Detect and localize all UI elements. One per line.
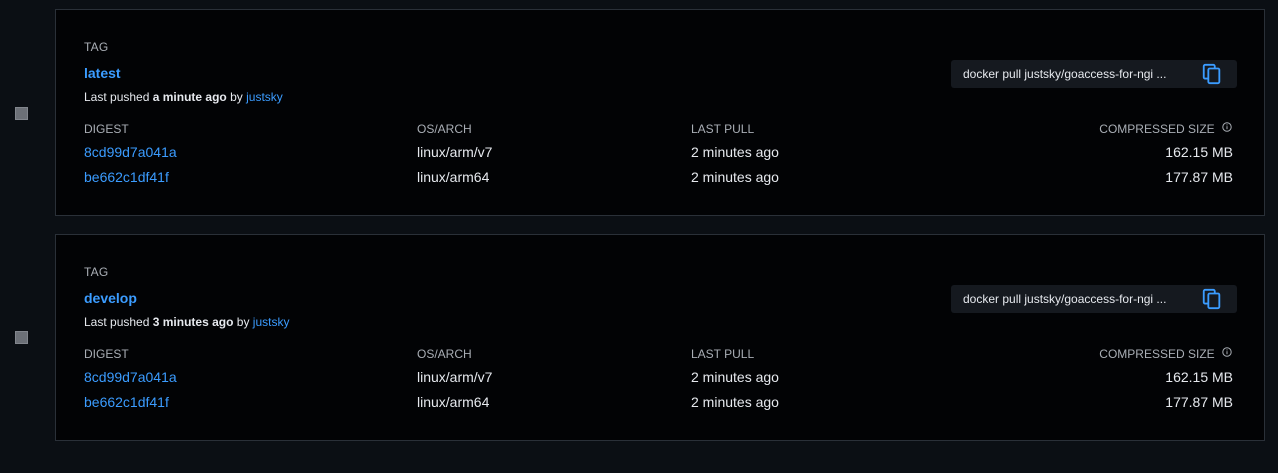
os-arch: linux/arm/v7 [417,369,493,385]
digest-link[interactable]: 8cd99d7a041a [84,369,177,385]
last-pull: 2 minutes ago [691,169,779,185]
os-arch: linux/arm/v7 [417,144,493,160]
os-arch: linux/arm64 [417,394,490,410]
pushed-by: by [236,315,250,329]
pushed-by: by [230,90,243,104]
compressed-size: 177.87 MB [1165,169,1233,185]
select-tag-latest-checkbox[interactable] [15,107,28,120]
last-pushed-info: Last pushed 3 minutes ago by justsky [84,315,289,329]
info-icon[interactable] [1222,122,1232,132]
column-last-pull-header: LAST PULL [691,122,755,136]
pushed-time: a minute ago [152,90,227,104]
tag-card-develop: TAG develop Last pushed 3 minutes ago by… [55,234,1265,441]
pushed-user-link[interactable]: justsky [253,315,290,329]
select-tag-develop-checkbox[interactable] [15,331,28,344]
compressed-size: 162.15 MB [1165,144,1233,160]
last-pushed-info: Last pushed a minute ago by justsky [84,90,283,104]
digest-link[interactable]: be662c1df41f [84,169,169,185]
compressed-size: 162.15 MB [1165,369,1233,385]
compressed-size: 177.87 MB [1165,394,1233,410]
os-arch: linux/arm64 [417,169,490,185]
digest-link[interactable]: 8cd99d7a041a [84,144,177,160]
tag-label: TAG [84,40,109,54]
pull-command-box: docker pull justsky/goaccess-for-ngi ... [951,60,1237,88]
pull-command-text: docker pull justsky/goaccess-for-ngi ... [963,67,1167,81]
pull-command-text: docker pull justsky/goaccess-for-ngi ... [963,292,1167,306]
compressed-size-label: COMPRESSED SIZE [1099,122,1215,136]
column-digest-header: DIGEST [84,122,129,136]
pushed-user-link[interactable]: justsky [246,90,283,104]
column-compressed-size-header: COMPRESSED SIZE [1099,122,1232,136]
tag-name-link[interactable]: develop [84,290,137,306]
last-pull: 2 minutes ago [691,394,779,410]
tag-card-latest: TAG latest Last pushed a minute ago by j… [55,9,1265,216]
last-pull: 2 minutes ago [691,144,779,160]
digest-link[interactable]: be662c1df41f [84,394,169,410]
last-pull: 2 minutes ago [691,369,779,385]
tag-label: TAG [84,265,109,279]
pushed-prefix: Last pushed [84,90,150,104]
pull-command-box: docker pull justsky/goaccess-for-ngi ... [951,285,1237,313]
compressed-size-label: COMPRESSED SIZE [1099,347,1215,361]
copy-icon[interactable] [1201,288,1223,310]
column-os-arch-header: OS/ARCH [417,347,472,361]
copy-icon[interactable] [1201,63,1223,85]
column-os-arch-header: OS/ARCH [417,122,472,136]
pushed-prefix: Last pushed [84,315,150,329]
column-digest-header: DIGEST [84,347,129,361]
tag-name-link[interactable]: latest [84,65,121,81]
pushed-time: 3 minutes ago [152,315,234,329]
info-icon[interactable] [1222,347,1232,357]
column-compressed-size-header: COMPRESSED SIZE [1099,347,1232,361]
column-last-pull-header: LAST PULL [691,347,755,361]
